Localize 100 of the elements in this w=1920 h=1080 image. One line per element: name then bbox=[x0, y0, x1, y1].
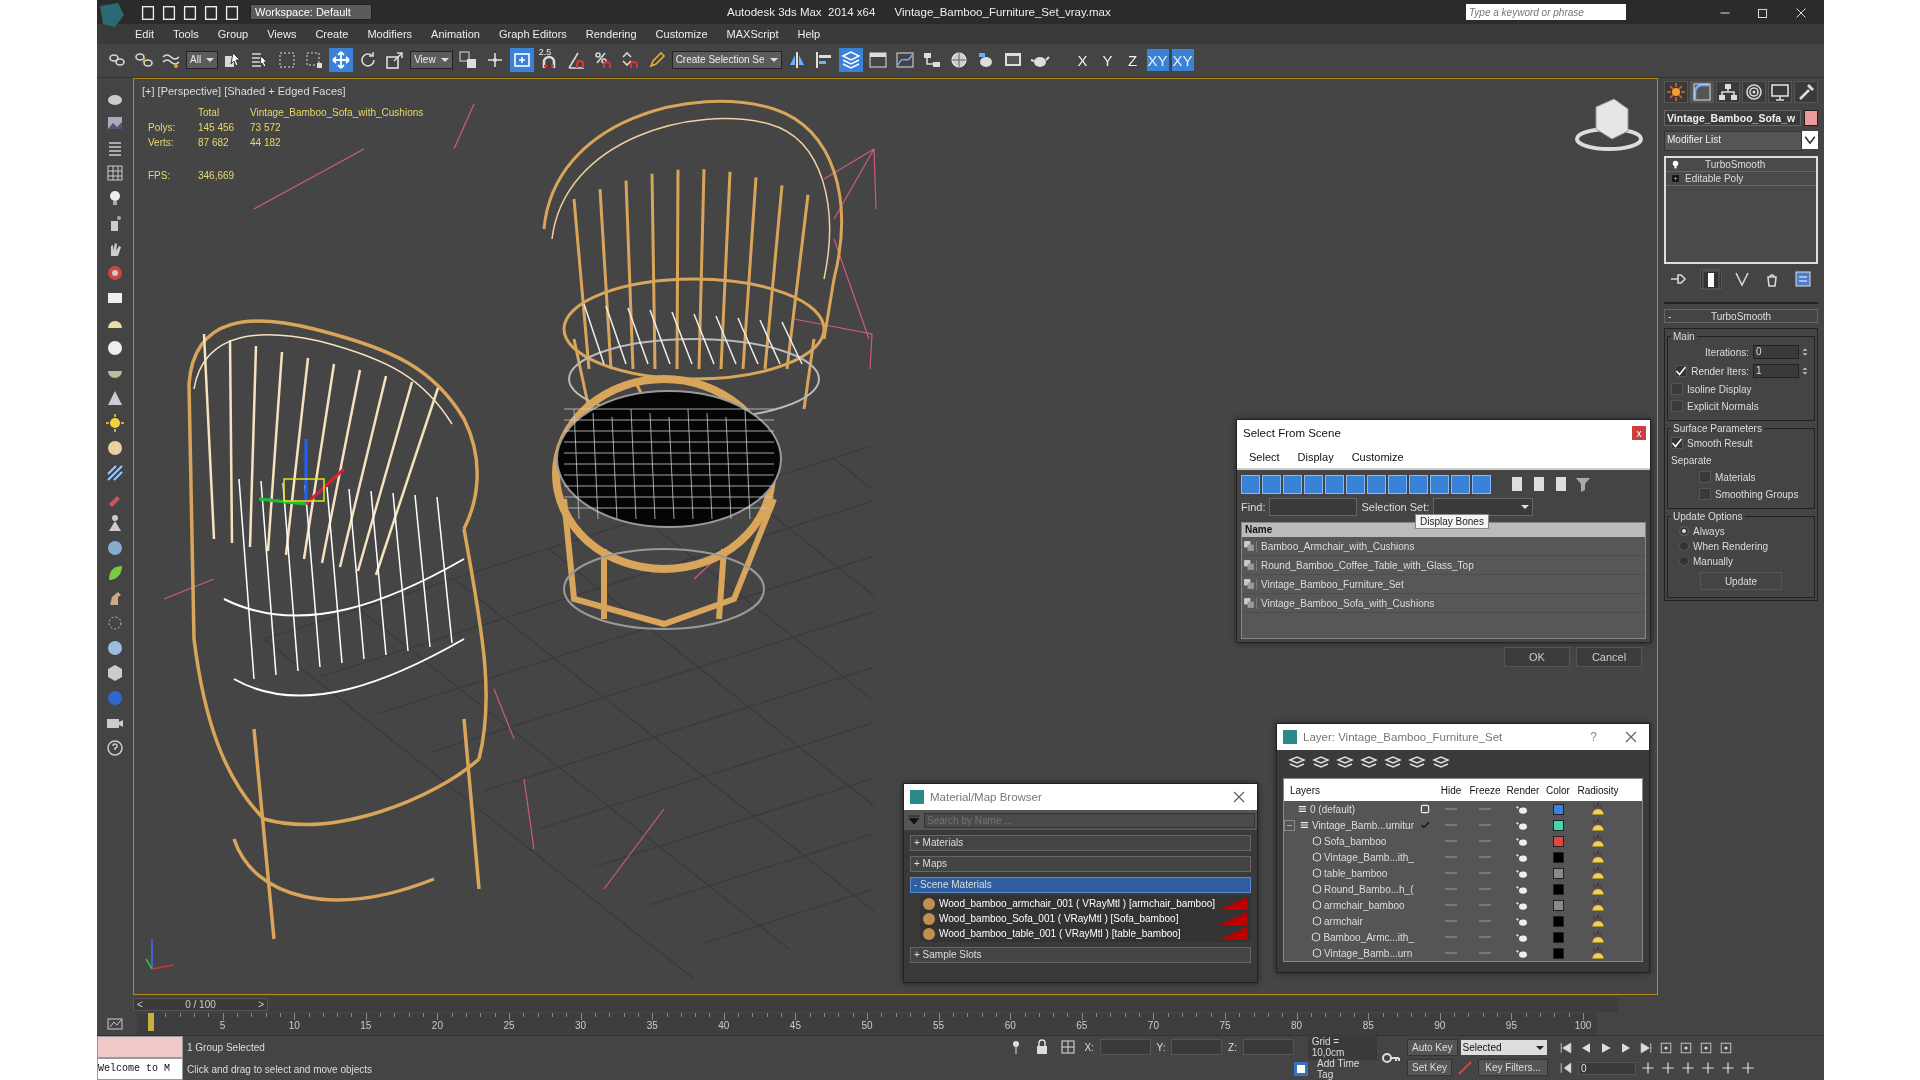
material-item[interactable]: Wood_bamboo_armchair_001 ( VRayMtl ) [armchair_bamboo] bbox=[920, 896, 1251, 911]
object-color-swatch[interactable] bbox=[1804, 110, 1818, 126]
quick-access-icon[interactable] bbox=[160, 3, 178, 21]
color-swatch[interactable] bbox=[1552, 851, 1564, 863]
circles-tab[interactable] bbox=[1742, 81, 1766, 103]
filter-toggle[interactable] bbox=[1241, 474, 1260, 494]
layer-name[interactable]: 0 (default) bbox=[1310, 803, 1356, 815]
axis-constraint-button[interactable]: X bbox=[1071, 49, 1094, 72]
menu-item[interactable]: Group bbox=[217, 27, 249, 40]
end-result-button[interactable] bbox=[1699, 269, 1722, 289]
help-icon[interactable] bbox=[105, 738, 125, 758]
sun-icon[interactable] bbox=[1590, 897, 1606, 913]
bent-curve-tab[interactable] bbox=[1690, 81, 1714, 103]
collapse-icon[interactable] bbox=[1284, 819, 1295, 831]
object-name[interactable]: Bamboo_Armc...ith_ bbox=[1323, 931, 1414, 943]
add-time-tag-button[interactable]: Add Time Tag bbox=[1317, 1058, 1377, 1080]
light-bulb-icon[interactable] bbox=[1670, 159, 1681, 170]
color-swatch[interactable] bbox=[1552, 931, 1564, 943]
radio-button[interactable] bbox=[1679, 526, 1689, 536]
navigation-icon[interactable] bbox=[1740, 1060, 1757, 1076]
filter-toggle[interactable] bbox=[1472, 474, 1491, 494]
filter-toggle[interactable] bbox=[1304, 474, 1323, 494]
category-header[interactable]: + Materials bbox=[910, 835, 1251, 851]
hierarchy-tree-tab[interactable] bbox=[1716, 81, 1740, 103]
sun-icon[interactable] bbox=[1590, 833, 1606, 849]
ball-icon[interactable] bbox=[105, 438, 125, 458]
modifier-list-dropdown[interactable]: Modifier List bbox=[1664, 131, 1802, 151]
quick-access-icon[interactable] bbox=[139, 3, 157, 21]
object-name[interactable]: table_bamboo bbox=[1324, 867, 1388, 879]
cancel-button[interactable]: Cancel bbox=[1576, 647, 1642, 667]
menu-item[interactable]: Display bbox=[1297, 451, 1334, 463]
filter-toggle[interactable] bbox=[1388, 474, 1407, 494]
material-item[interactable]: Wood_bamboo_table_001 ( VRayMtl ) [table_bamboo] bbox=[920, 926, 1251, 941]
radio-button[interactable] bbox=[1679, 556, 1689, 566]
menu-item[interactable]: Customize bbox=[1351, 451, 1404, 463]
menu-item[interactable]: Rendering bbox=[585, 27, 637, 40]
menu-item[interactable]: Edit bbox=[135, 27, 154, 40]
toolbar-dropdown[interactable]: Create Selection Se bbox=[671, 51, 782, 70]
menu-item[interactable]: Modifiers bbox=[367, 27, 413, 40]
radio-button[interactable] bbox=[1679, 541, 1689, 551]
menu-item[interactable]: Graph Editors bbox=[498, 27, 567, 40]
current-frame-field[interactable]: 0 bbox=[1578, 1061, 1637, 1075]
menu-item[interactable]: Select bbox=[1249, 451, 1280, 463]
color-swatch[interactable] bbox=[1552, 835, 1564, 847]
object-name[interactable]: Vintage_Bamb...urn bbox=[1324, 947, 1413, 959]
timeline-ruler[interactable]: 5 10 15 20 25 30 35 40 45 50 55 60 65 70 75 80 85 90 95 100 bbox=[137, 1013, 1597, 1035]
current-layer-check-icon[interactable] bbox=[1419, 819, 1431, 831]
navigation-icon[interactable] bbox=[1680, 1060, 1697, 1076]
monitor-tab[interactable] bbox=[1768, 81, 1792, 103]
column-header[interactable]: Render bbox=[1504, 784, 1542, 796]
globe-icon[interactable] bbox=[105, 538, 125, 558]
sun-icon[interactable] bbox=[1590, 929, 1606, 945]
axis-constraint-button[interactable]: Y bbox=[1096, 49, 1119, 72]
close-button[interactable]: x bbox=[1632, 426, 1646, 440]
hair-icon[interactable] bbox=[105, 613, 125, 633]
menu-item[interactable]: Animation bbox=[431, 27, 480, 40]
current-frame-marker[interactable] bbox=[148, 1013, 154, 1031]
object-name[interactable]: armchair bbox=[1324, 915, 1363, 927]
set-key-button[interactable]: Set Key bbox=[1407, 1059, 1453, 1076]
column-header[interactable]: Layers bbox=[1284, 784, 1414, 796]
stack-item[interactable]: TurboSmooth bbox=[1705, 159, 1766, 170]
object-name[interactable]: Bamboo_Armchair_with_Cushions bbox=[1256, 540, 1415, 552]
color-swatch[interactable] bbox=[1552, 915, 1564, 927]
current-layer-box-icon[interactable] bbox=[1419, 803, 1431, 815]
perspective-viewport[interactable] bbox=[133, 78, 1658, 995]
filter-toggle[interactable] bbox=[1409, 474, 1428, 494]
filter-toggle[interactable] bbox=[1430, 474, 1449, 494]
coordinate-field[interactable] bbox=[1171, 1039, 1223, 1055]
coordinate-field[interactable] bbox=[1099, 1039, 1151, 1055]
color-swatch[interactable] bbox=[1552, 899, 1564, 911]
hatch-icon[interactable] bbox=[105, 463, 125, 483]
sun-icon[interactable] bbox=[105, 413, 125, 433]
ok-button[interactable]: OK bbox=[1504, 647, 1570, 667]
update-button[interactable]: Update bbox=[1700, 572, 1782, 590]
navigation-icon[interactable] bbox=[1660, 1060, 1677, 1076]
toolbar-dropdown[interactable]: All bbox=[186, 51, 219, 70]
filter-toggle[interactable] bbox=[1367, 474, 1386, 494]
object-name-field[interactable]: Vintage_Bamboo_Sofa_w bbox=[1664, 110, 1801, 126]
auto-key-button[interactable]: Auto Key bbox=[1407, 1038, 1458, 1056]
sun-burst-tab[interactable] bbox=[1664, 81, 1688, 103]
object-name[interactable]: armchair_bamboo bbox=[1324, 899, 1405, 911]
column-header[interactable]: Radiosity bbox=[1574, 784, 1622, 796]
magnet-button[interactable]: 2.5 bbox=[536, 48, 561, 73]
color-swatch[interactable] bbox=[1552, 883, 1564, 895]
checkbox[interactable] bbox=[1671, 437, 1683, 449]
quick-access-icon[interactable] bbox=[181, 3, 199, 21]
sun-icon[interactable] bbox=[1590, 913, 1606, 929]
object-name[interactable]: Vintage_Bamb...ith_ bbox=[1324, 851, 1414, 863]
menu-item[interactable]: MAXScript bbox=[726, 27, 779, 40]
axis-constraint-button[interactable]: Z bbox=[1121, 49, 1144, 72]
menu-item[interactable]: Customize bbox=[655, 27, 708, 40]
material-item[interactable]: Wood_bamboo_Sofa_001 ( VRayMtl ) [Sofa_bamboo] bbox=[920, 911, 1251, 926]
dropdown-arrow-button[interactable] bbox=[1802, 131, 1818, 149]
sun-icon[interactable] bbox=[1590, 881, 1606, 897]
selection-set-dropdown[interactable] bbox=[1433, 498, 1534, 516]
hammer-tab[interactable] bbox=[1794, 81, 1818, 103]
category-header[interactable]: + Sample Slots bbox=[910, 947, 1251, 963]
move-arrows-button[interactable] bbox=[329, 48, 354, 73]
menu-item[interactable]: Tools bbox=[172, 27, 199, 40]
viewport-label[interactable]: [+] [Perspective] [Shaded + Edged Faces] bbox=[142, 85, 346, 97]
